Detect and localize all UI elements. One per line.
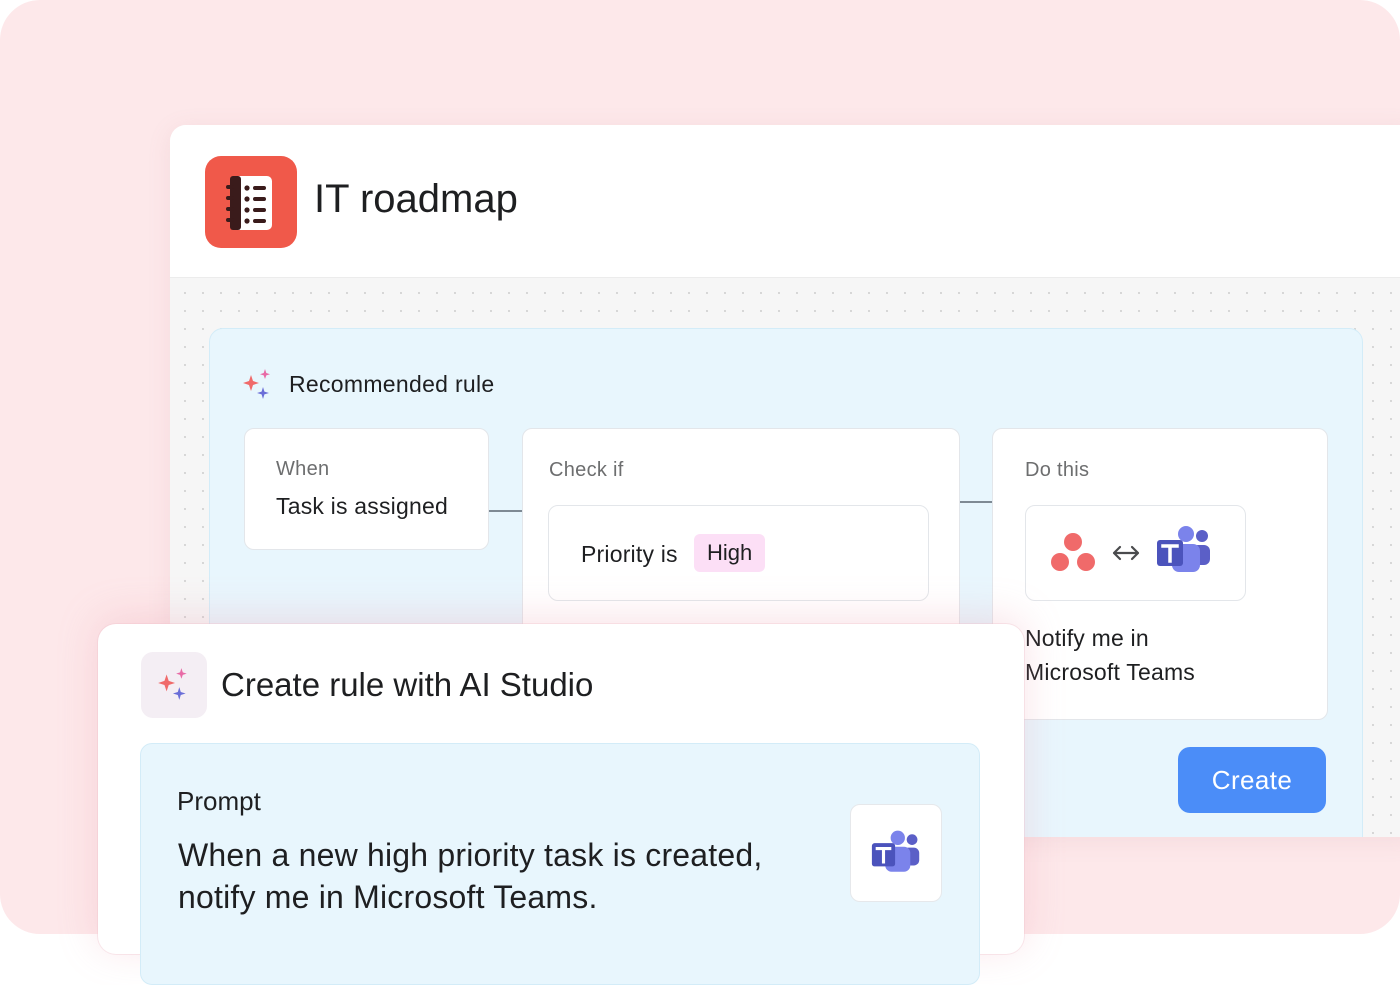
- swap-arrows-icon: [1112, 545, 1140, 561]
- prompt-text-line2: notify me in Microsoft Teams.: [178, 879, 598, 915]
- prompt-text[interactable]: When a new high priority task is created…: [178, 834, 838, 918]
- trigger-card[interactable]: When Task is assigned: [244, 428, 489, 550]
- microsoft-teams-icon: [871, 830, 920, 872]
- action-description-line2: Microsoft Teams: [1025, 659, 1196, 685]
- action-card[interactable]: Do this Notify me in Microsoft Teams: [992, 428, 1328, 720]
- action-description-line1: Notify me in: [1025, 625, 1149, 651]
- priority-condition-field[interactable]: Priority is High: [548, 505, 929, 601]
- ai-studio-icon-box: [141, 652, 207, 718]
- asana-icon: [1051, 533, 1095, 571]
- prompt-text-line1: When a new high priority task is created…: [178, 837, 763, 873]
- priority-tag[interactable]: High: [694, 534, 766, 572]
- ai-studio-dialog: Create rule with AI Studio Prompt When a…: [98, 624, 1024, 985]
- condition-label: Check if: [549, 459, 624, 481]
- project-title: IT roadmap: [314, 177, 518, 221]
- priority-condition-text: Priority is: [581, 541, 678, 567]
- microsoft-teams-icon: [1157, 526, 1210, 572]
- ai-studio-title: Create rule with AI Studio: [221, 666, 594, 703]
- sparkle-icon: [158, 668, 187, 700]
- project-header: IT roadmap: [170, 125, 1400, 278]
- integration-box[interactable]: [1025, 505, 1246, 601]
- connector-line: [960, 501, 992, 503]
- sparkle-icon: [243, 369, 270, 399]
- trigger-value: Task is assigned: [276, 493, 448, 519]
- notebook-list-icon[interactable]: [205, 156, 297, 248]
- prompt-label: Prompt: [177, 786, 261, 816]
- recommended-rule-heading: Recommended rule: [289, 371, 495, 397]
- teams-attachment-button[interactable]: [850, 804, 942, 902]
- trigger-label: When: [276, 458, 330, 480]
- create-button[interactable]: Create: [1178, 747, 1326, 813]
- connector-line: [489, 510, 522, 512]
- action-label: Do this: [1025, 459, 1090, 481]
- prompt-input[interactable]: Prompt When a new high priority task is …: [140, 743, 980, 985]
